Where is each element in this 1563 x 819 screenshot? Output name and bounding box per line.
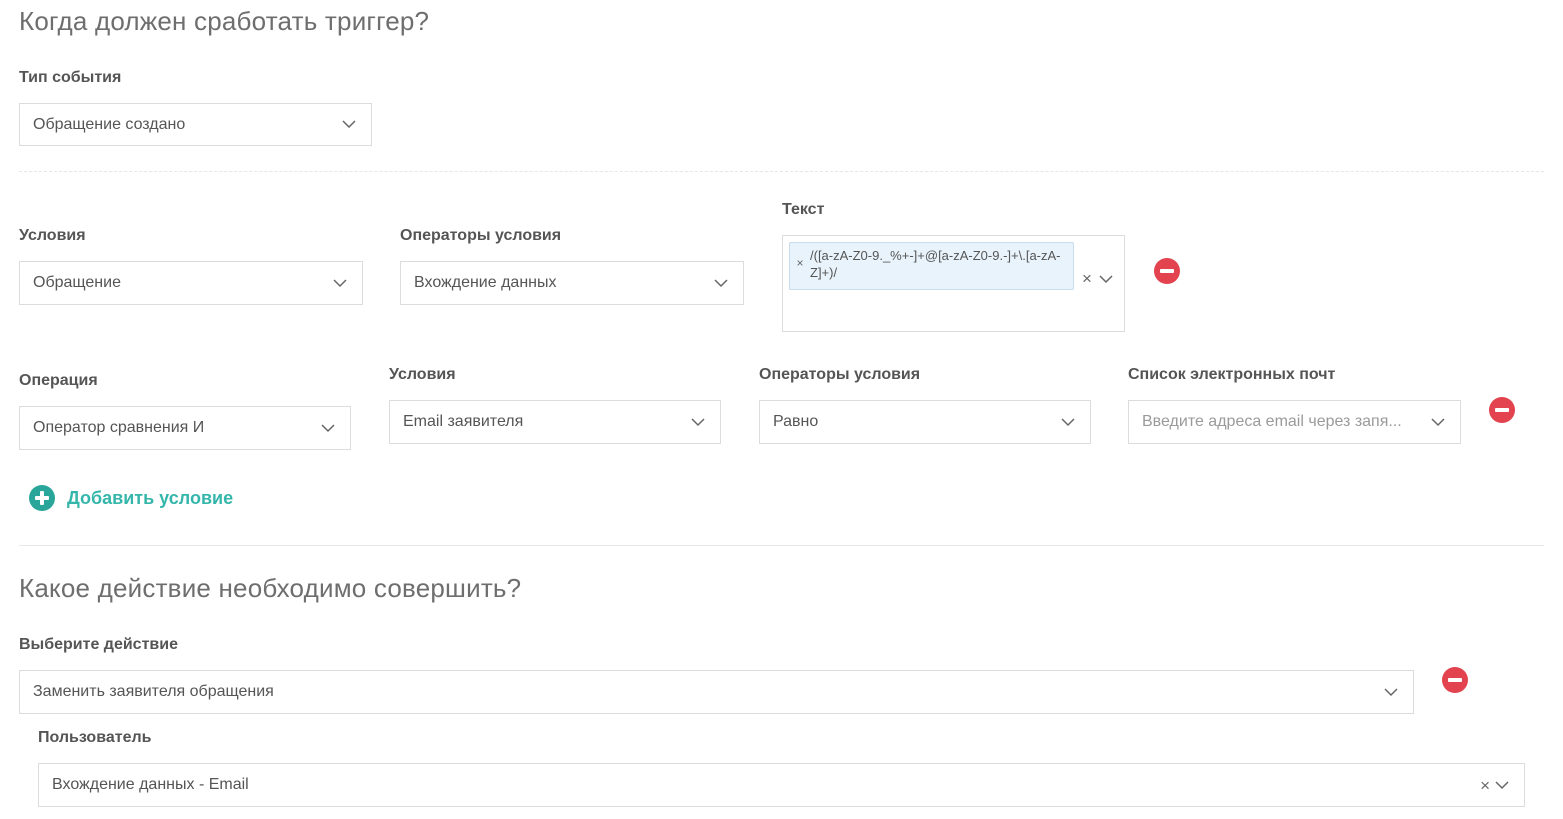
condition-value: Обращение	[33, 274, 121, 291]
remove-action-button[interactable]	[1442, 667, 1468, 693]
chevron-down-icon	[319, 419, 337, 437]
trigger-section-title: Когда должен сработать триггер?	[19, 6, 430, 36]
action-value: Заменить заявителя обращения	[33, 683, 274, 700]
condition-2-value: Email заявителя	[403, 413, 524, 430]
chevron-down-icon[interactable]	[1097, 270, 1115, 288]
remove-condition-2-button[interactable]	[1489, 397, 1515, 423]
remove-circle-icon	[1495, 408, 1509, 412]
chevron-down-icon	[1382, 683, 1400, 701]
tag-remove-icon[interactable]: ×	[790, 243, 810, 272]
operation-label: Операция	[19, 372, 98, 389]
text-tag-input[interactable]: × /([a-zA-Z0-9._%+-]+@[a-zA-Z0-9.-]+\.[a…	[782, 235, 1125, 332]
user-label: Пользователь	[38, 729, 152, 746]
event-type-select[interactable]: Обращение создано	[19, 103, 372, 146]
regex-tag: × /([a-zA-Z0-9._%+-]+@[a-zA-Z0-9.-]+\.[a…	[789, 242, 1074, 290]
condition-operator-select[interactable]: Вхождение данных	[400, 261, 744, 305]
action-select[interactable]: Заменить заявителя обращения	[19, 670, 1414, 714]
text-label: Текст	[782, 201, 825, 218]
section-divider	[19, 545, 1544, 546]
condition-2-operator-select[interactable]: Равно	[759, 400, 1091, 444]
condition-2-operator-label: Операторы условия	[759, 366, 921, 383]
chevron-down-icon	[689, 413, 707, 431]
condition-operator-value: Вхождение данных	[414, 274, 557, 291]
chevron-down-icon	[1429, 413, 1447, 431]
add-circle-icon	[29, 485, 55, 511]
clear-icon[interactable]: ×	[1082, 270, 1092, 287]
remove-circle-icon	[1448, 678, 1462, 682]
operation-select[interactable]: Оператор сравнения И	[19, 406, 351, 450]
chevron-down-icon	[340, 116, 358, 134]
regex-tag-text: /([a-zA-Z0-9._%+-]+@[a-zA-Z0-9.-]+\.[a-z…	[810, 248, 1061, 280]
condition-operator-label: Операторы условия	[400, 227, 562, 244]
section-divider	[19, 171, 1544, 172]
chevron-down-icon	[712, 274, 730, 292]
remove-circle-icon	[1160, 269, 1174, 273]
user-value: Вхождение данных - Email	[52, 776, 249, 793]
add-condition-label: Добавить условие	[67, 487, 234, 508]
chevron-down-icon	[331, 274, 349, 292]
action-section-title: Какое действие необходимо совершить?	[19, 573, 522, 603]
email-list-select[interactable]: Введите адреса email через запя...	[1128, 400, 1461, 444]
operation-value: Оператор сравнения И	[33, 419, 205, 436]
chevron-down-icon	[1059, 413, 1077, 431]
user-select[interactable]: Вхождение данных - Email ×	[38, 763, 1525, 807]
clear-icon[interactable]: ×	[1480, 777, 1490, 794]
remove-condition-button[interactable]	[1154, 258, 1180, 284]
condition-2-operator-value: Равно	[773, 413, 819, 430]
condition-label: Условия	[19, 227, 86, 244]
email-list-label: Список электронных почт	[1128, 366, 1336, 383]
event-type-value: Обращение создано	[33, 115, 186, 133]
condition-2-label: Условия	[389, 366, 456, 383]
add-condition-button[interactable]: Добавить условие	[29, 485, 233, 511]
action-label: Выберите действие	[19, 636, 178, 653]
condition-2-select[interactable]: Email заявителя	[389, 400, 721, 444]
event-type-label: Тип события	[19, 69, 122, 86]
chevron-down-icon	[1493, 776, 1511, 794]
condition-select[interactable]: Обращение	[19, 261, 363, 305]
email-list-placeholder: Введите адреса email через запя...	[1142, 413, 1402, 430]
